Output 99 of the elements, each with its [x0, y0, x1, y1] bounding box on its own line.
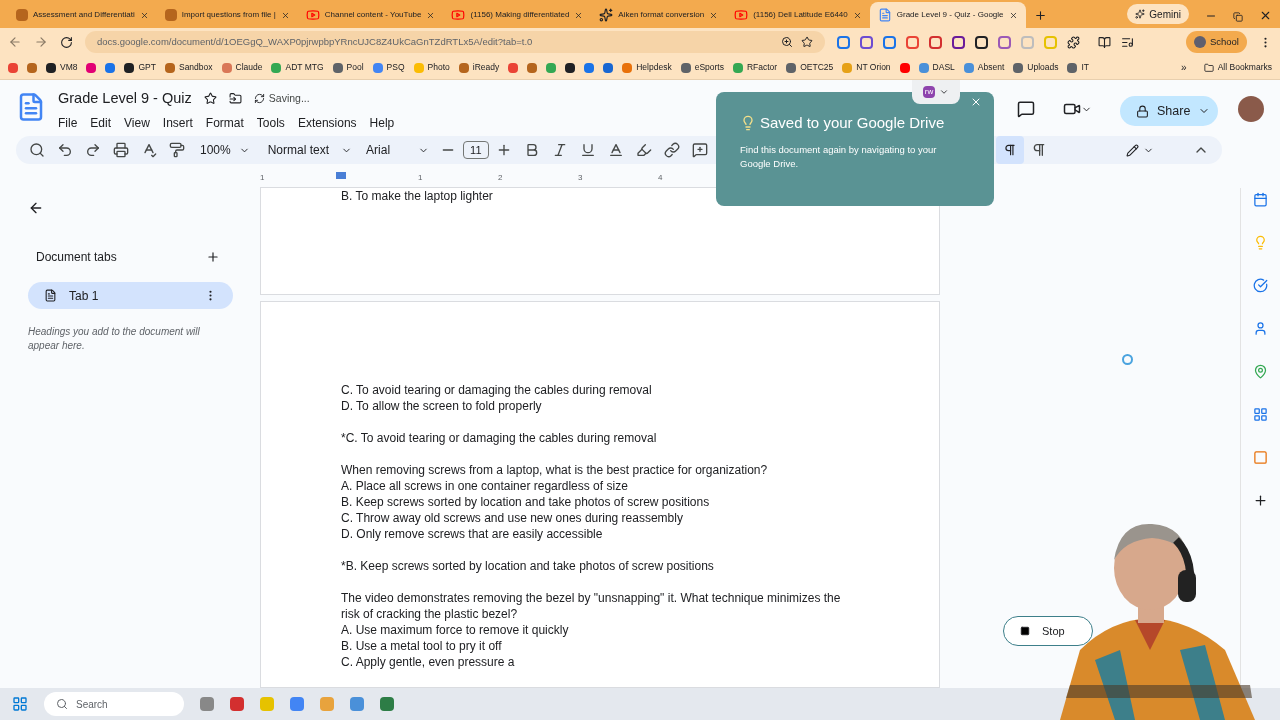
ruler-number: 4 — [658, 172, 663, 184]
text-line: D. To allow the screen to fold properly — [341, 398, 543, 414]
toast-title: Saved to your Google Drive — [760, 113, 945, 133]
bookmark-label: RFactor — [746, 61, 778, 74]
text-line: A. Place all screws in one container regardless of size — [341, 478, 629, 494]
ruler-number: 1 — [418, 172, 423, 184]
bookmark-item[interactable]: Sandbox — [164, 61, 213, 74]
bookmark-item[interactable]: Absent — [963, 61, 1005, 74]
bookmark-label: Claude — [235, 61, 263, 74]
address-bar[interactable]: docs.google.com/document/d/1OEGgQ_WAXP0pjrwpbpYRncUJC8Z4UkCaGnTZdRTLx5A/edit?tab=t.0 — [85, 31, 825, 53]
tab-title: (1156) Making differentiated — [470, 9, 570, 21]
ruler-number: 1 — [260, 172, 265, 184]
sidebar-hint: Headings you add to the document will appear here. — [28, 325, 201, 353]
menu-item[interactable]: Help — [369, 113, 395, 132]
menu-item[interactable]: File — [58, 113, 78, 132]
ruler-number: 2 — [498, 172, 503, 184]
bookmark-item[interactable]: Pool — [332, 61, 364, 74]
profile-button[interactable]: School — [1185, 31, 1247, 53]
text-line: *B. Keep screws sorted by location and take photos of screw positions — [341, 558, 715, 574]
tab-title: Channel content - YouTube — [324, 9, 422, 21]
bookmark-label: Pool — [346, 61, 364, 74]
stop-recording-button[interactable]: Stop — [1003, 616, 1093, 646]
text-line: *C. To avoid tearing or damaging the cables during removal — [341, 430, 658, 446]
text-line: B. To make the laptop lighter — [341, 188, 494, 204]
bookmark-item[interactable]: Photo — [413, 61, 450, 74]
ruler-number: 3 — [578, 172, 583, 184]
bookmark-label: DASL — [932, 61, 955, 74]
bookmark-label: eSports — [694, 61, 724, 74]
font-select[interactable]: Arial — [362, 141, 434, 159]
menu-item[interactable]: Tools — [256, 113, 285, 132]
zoom-select[interactable]: 100% — [192, 141, 258, 159]
extension-chip[interactable]: rw — [912, 80, 960, 104]
tab-title: Grade Level 9 - Quiz - Google — [896, 9, 1004, 21]
tab-title: Import questions from file | — [181, 9, 276, 21]
bookmark-item[interactable]: Helpdesk — [622, 61, 672, 74]
style-select[interactable]: Normal text — [263, 141, 357, 159]
font-size-field[interactable]: 11 — [463, 140, 489, 160]
text-line: D. Only remove screws that are easily accessible — [341, 526, 604, 542]
tab-title: (1156) Dell Latitude E6440 — [753, 9, 848, 21]
menu-item[interactable]: Insert — [162, 113, 193, 132]
text-line: B. Keep screws sorted by location and take photos of screw positions — [341, 494, 711, 510]
bookmark-label: VM8 — [60, 61, 78, 74]
text-line: C. Throw away old screws and use new ones during reassembly — [341, 510, 684, 526]
share-button[interactable]: Share — [1120, 96, 1218, 126]
text-line: B. Use a metal tool to pry it off — [341, 638, 503, 654]
text-line: C. Apply gentle, even pressure a — [341, 654, 516, 670]
menu-item[interactable]: Edit — [90, 113, 112, 132]
bookmark-item[interactable]: Claude — [221, 61, 263, 74]
bookmark-label: PSQ — [386, 61, 405, 74]
bookmark-item[interactable]: GPT — [124, 61, 156, 74]
bookmark-item[interactable]: RFactor — [732, 61, 778, 74]
browser-tab[interactable]: Grade Level 9 - Quiz - Google — [869, 2, 1026, 28]
bookmark-label: NT Orion — [856, 61, 891, 74]
bookmark-label: Absent — [977, 61, 1005, 74]
bookmark-label: Uploads — [1027, 61, 1059, 74]
browser-tab[interactable]: (1156) Dell Latitude E6440 — [726, 2, 870, 28]
bookmark-item[interactable]: Uploads — [1013, 61, 1059, 74]
gemini-button[interactable]: Gemini — [1127, 4, 1189, 24]
bookmark-item[interactable]: DASL — [918, 61, 955, 74]
save-status: Saving... — [268, 91, 310, 106]
bookmark-item[interactable]: iReady — [458, 61, 500, 74]
bookmark-item[interactable]: eSports — [680, 61, 724, 74]
bookmark-label: GPT — [138, 61, 156, 74]
bookmark-label: iReady — [472, 61, 500, 74]
bookmark-label: Photo — [427, 61, 450, 74]
browser-tab[interactable]: (1156) Making differentiated — [443, 2, 592, 28]
sidebar-heading: Document tabs — [36, 249, 117, 266]
menu-item[interactable]: View — [124, 113, 150, 132]
browser-tab[interactable]: Channel content - YouTube — [297, 2, 444, 28]
browser-tab[interactable]: Aiken format conversion — [591, 2, 727, 28]
tab-title: Aiken format conversion — [618, 9, 705, 21]
bookmark-item[interactable]: VM8 — [46, 61, 78, 74]
toast-body: Find this document again by navigating to your Google Drive. — [740, 142, 938, 171]
bookmark-label: IT — [1081, 61, 1090, 74]
bookmark-label: Sandbox — [178, 61, 213, 74]
bookmark-label: OETC25 — [800, 61, 834, 74]
text-line: The video demonstrates removing the bezel by "unsnapping" it. What technique minimizes the risk of cracking the plastic bezel? — [341, 590, 842, 622]
bookmark-label: ADT MTG — [285, 61, 324, 74]
tab-title: Assessment and Differentiati — [33, 9, 135, 21]
browser-tab[interactable]: Import questions from file | — [156, 2, 298, 28]
menu-item[interactable]: Extensions — [297, 113, 357, 132]
browser-tab[interactable]: Assessment and Differentiati — [8, 2, 157, 28]
document-tab[interactable]: Tab 1 — [28, 282, 233, 309]
more-bookmarks-button[interactable]: » — [1181, 60, 1187, 75]
text-line: When removing screws from a laptop, what is the best practice for organization? — [341, 462, 769, 478]
bookmark-item[interactable]: IT — [1067, 61, 1090, 74]
text-line: C. To avoid tearing or damaging the cables during removal — [341, 382, 653, 398]
bookmark-item[interactable]: ADT MTG — [271, 61, 324, 74]
extension-label: rw — [922, 86, 936, 98]
text-line: A. Use maximum force to remove it quickly — [341, 622, 570, 638]
bookmark-item[interactable]: OETC25 — [786, 61, 834, 74]
bookmark-item[interactable]: NT Orion — [842, 61, 891, 74]
document-title[interactable]: Grade Level 9 - Quiz — [58, 88, 192, 110]
taskbar-search[interactable]: Search — [44, 692, 184, 716]
bookmark-item[interactable]: PSQ — [372, 61, 405, 74]
all-bookmarks-button[interactable]: All Bookmarks — [1203, 61, 1272, 74]
menu-item[interactable]: Format — [205, 113, 244, 132]
url-text: docs.google.com/document/d/1OEGgQ_WAXP0pjrwpbpYRncUJC8Z4UkCaGnTZdRTLx5A/edit?tab=t.0 — [97, 34, 534, 49]
bookmark-label: Helpdesk — [636, 61, 672, 74]
